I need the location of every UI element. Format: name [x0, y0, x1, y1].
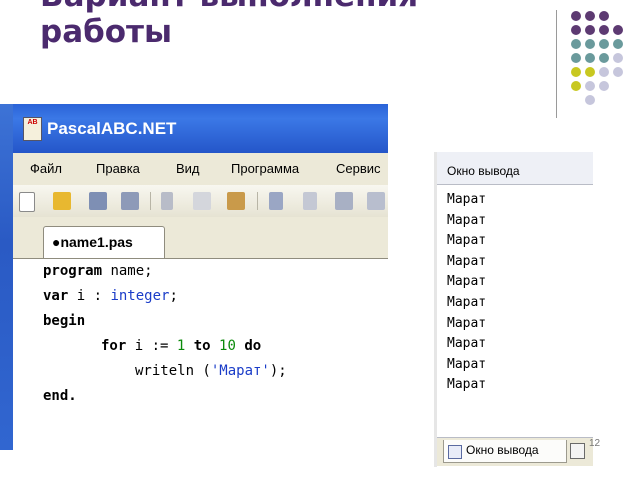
undo-icon[interactable]	[269, 192, 283, 210]
decorative-dots	[0, 0, 640, 118]
code-line: end.	[43, 388, 77, 404]
window-title: PascalABC.NET	[47, 119, 177, 138]
dot	[599, 67, 609, 77]
dot	[613, 25, 623, 35]
code-line: var i : integer;	[43, 288, 178, 304]
code-text: writeln (	[135, 363, 211, 379]
new-file-icon[interactable]	[19, 192, 35, 212]
dot	[585, 53, 595, 63]
output-title: Окно вывода	[447, 164, 520, 178]
toolbar-separator	[150, 192, 151, 210]
dot	[571, 53, 581, 63]
code-text: ;	[169, 288, 178, 304]
title-bar: AB PascalABC.NET	[13, 104, 388, 153]
output-line: Марат	[447, 356, 487, 372]
code-keyword: for	[101, 338, 127, 354]
output-line: Марат	[447, 336, 487, 352]
error-list-icon[interactable]	[570, 443, 585, 459]
page-number: 12	[589, 438, 601, 449]
code-text: name;	[102, 263, 153, 279]
cut-icon[interactable]	[161, 192, 173, 210]
divider-line	[556, 10, 557, 118]
menu-file[interactable]: Файл	[30, 161, 62, 176]
code-string: 'Марат'	[210, 363, 270, 379]
code-keyword: end.	[43, 388, 77, 404]
output-line: Марат	[447, 377, 487, 393]
dot	[585, 81, 595, 91]
output-line: Марат	[447, 315, 487, 331]
editor-tab-strip: ●name1.pas	[13, 217, 388, 259]
output-line: Марат	[447, 212, 487, 228]
output-line: Марат	[447, 233, 487, 249]
toolbar	[13, 185, 388, 218]
tab-output-window[interactable]: Окно вывода	[443, 440, 567, 463]
output-text: Марат Марат Марат Марат Марат Марат Мара…	[447, 190, 486, 396]
dot	[585, 11, 595, 21]
code-text: i :=	[126, 338, 177, 354]
tab-name1-pas[interactable]: ●name1.pas	[43, 226, 165, 258]
code-line: for i := 1 to 10 do	[101, 338, 261, 354]
menu-program[interactable]: Программа	[231, 161, 299, 176]
code-keyword: do	[244, 338, 262, 354]
replace-icon[interactable]	[367, 192, 385, 210]
dot	[571, 11, 581, 21]
code-text: i :	[68, 288, 111, 304]
output-window: Окно вывода Марат Марат Марат Марат Мара…	[434, 152, 593, 467]
code-editor[interactable]: program name; var i : integer; begin for…	[13, 259, 388, 450]
dot	[599, 25, 609, 35]
code-keyword: begin	[43, 313, 86, 329]
code-number: 10	[219, 338, 236, 354]
output-tab-strip: Окно вывода	[437, 437, 593, 466]
menu-view[interactable]: Вид	[176, 161, 200, 176]
output-header: Окно вывода	[437, 152, 593, 185]
menu-edit[interactable]: Правка	[96, 161, 140, 176]
dot	[571, 39, 581, 49]
copy-icon[interactable]	[193, 192, 211, 210]
paste-icon[interactable]	[227, 192, 245, 210]
dot	[571, 67, 581, 77]
menu-service[interactable]: Сервис	[336, 161, 381, 176]
code-keyword: program	[43, 263, 103, 279]
dot	[571, 81, 581, 91]
ide-window: AB PascalABC.NET Файл Правка Вид Програм…	[0, 104, 388, 450]
output-line: Марат	[447, 294, 487, 310]
find-icon[interactable]	[335, 192, 353, 210]
dot	[585, 39, 595, 49]
dot	[613, 39, 623, 49]
dot	[599, 81, 609, 91]
code-line: begin	[43, 313, 85, 329]
dot	[599, 39, 609, 49]
dot	[599, 53, 609, 63]
output-line: Марат	[447, 192, 487, 207]
desktop-strip	[0, 104, 13, 450]
menu-bar: Файл Правка Вид Программа Сервис	[13, 153, 388, 185]
dot	[585, 95, 595, 105]
open-folder-icon[interactable]	[53, 192, 71, 210]
app-logo-icon: AB	[23, 117, 42, 141]
code-keyword: var	[43, 288, 69, 304]
dot	[613, 53, 623, 63]
dot	[585, 67, 595, 77]
code-keyword: to	[193, 338, 211, 354]
code-type: integer	[110, 288, 170, 304]
output-line: Марат	[447, 253, 487, 269]
dot	[585, 25, 595, 35]
redo-icon[interactable]	[303, 192, 317, 210]
toolbar-separator	[257, 192, 258, 210]
dot	[599, 11, 609, 21]
code-line: program name;	[43, 263, 153, 279]
output-tab-label: Окно вывода	[466, 443, 539, 457]
dot	[613, 67, 623, 77]
tab-label: ●name1.pas	[52, 234, 133, 250]
window-icon	[448, 445, 462, 459]
code-line: writeln ('Марат');	[135, 363, 287, 379]
code-text: );	[269, 363, 287, 379]
dot	[571, 25, 581, 35]
save-all-icon[interactable]	[121, 192, 139, 210]
output-line: Марат	[447, 274, 487, 290]
save-icon[interactable]	[89, 192, 107, 210]
